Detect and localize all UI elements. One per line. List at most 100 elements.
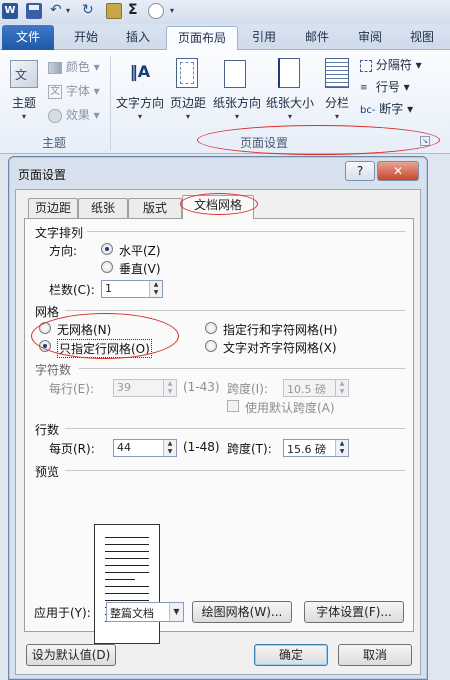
chars-and-lines-label[interactable]: 指定行和字符网格(H) (223, 321, 337, 338)
breaks-icon (360, 59, 372, 72)
preview-text-line (105, 544, 149, 545)
tab-view[interactable]: 视图 (398, 26, 446, 50)
tab-page-layout[interactable]: 页面布局 (166, 26, 238, 51)
apply-to-label: 应用于(Y): (34, 606, 91, 620)
save-icon[interactable] (26, 3, 42, 19)
chars-per-line-spinner[interactable]: 39 ▲ ▼ (113, 379, 177, 397)
line-numbers-icon: ≡ (360, 82, 368, 93)
line-numbers-button[interactable]: ≡ 行号 ▾ (360, 78, 410, 98)
paper-size-button[interactable]: 纸张大小 ▾ (264, 54, 316, 128)
page-setup-dialog: 页面设置 ? ✕ 页边距 纸张 版式 文档网格 文字排列 方向: 水平(Z) 垂… (8, 156, 428, 680)
theme-colors-button[interactable]: 颜色 ▾ (48, 58, 100, 78)
hyphenation-icon: bc- (360, 105, 376, 116)
columns-spinner[interactable]: 1 ▲ ▼ (101, 280, 163, 298)
help-button[interactable]: ? (345, 161, 375, 181)
horizontal-label[interactable]: 水平(Z) (119, 242, 161, 259)
columns-button[interactable]: 分栏 ▾ (318, 54, 356, 128)
direction-label: 方向: (49, 244, 78, 258)
themes-button[interactable]: 文 主题 ▾ (4, 54, 44, 128)
tab-layout[interactable]: 版式 (128, 198, 182, 218)
breaks-button[interactable]: 分隔符 ▾ (360, 56, 422, 76)
text-direction-button[interactable]: ‖A 文字方向 ▾ (114, 54, 166, 128)
theme-fonts-button[interactable]: 文 字体 ▾ (48, 82, 100, 102)
vertical-radio[interactable] (101, 261, 113, 273)
horizontal-radio[interactable] (101, 243, 113, 255)
theme-effects-button[interactable]: 效果 ▾ (48, 106, 100, 126)
line-pitch-spinner[interactable]: 15.6 磅 ▲ ▼ (283, 439, 349, 457)
snap-to-chars-radio[interactable] (205, 340, 217, 352)
draw-grid-button[interactable]: 绘图网格(W)... (192, 601, 292, 623)
circle-icon[interactable] (148, 3, 164, 19)
preview-text-line (105, 565, 149, 566)
preview-text-line (105, 551, 149, 552)
default-pitch-label[interactable]: 使用默认跨度(A) (245, 399, 335, 416)
orientation-icon (224, 60, 246, 88)
cancel-button[interactable]: 取消 (338, 644, 412, 666)
ok-button[interactable]: 确定 (254, 644, 328, 666)
annotation-ellipse-page-setup (197, 125, 440, 155)
paper-size-icon (278, 58, 300, 88)
quick-access-toolbar: W ↶ ▾ ↻ Σ ▾ (0, 0, 450, 24)
hyphenation-button[interactable]: bc- 断字 ▾ (360, 100, 413, 120)
tab-mailings[interactable]: 邮件 (292, 26, 342, 50)
vertical-label[interactable]: 垂直(V) (119, 260, 161, 277)
char-pitch-spinner[interactable]: 10.5 磅 ▲ ▼ (283, 379, 349, 397)
line-pitch-label: 跨度(T): (227, 442, 272, 456)
word-app-icon[interactable]: W (2, 3, 18, 19)
characters-section-label: 字符数 (35, 363, 72, 377)
apply-to-select[interactable]: 整篇文档 ▼ (106, 602, 184, 622)
effects-icon (48, 108, 62, 123)
dialog-client-area: 页边距 纸张 版式 文档网格 文字排列 方向: 水平(Z) 垂直(V) 栏数(C… (15, 189, 421, 675)
colors-icon (48, 61, 62, 74)
grid-section-label: 网格 (35, 305, 60, 319)
dialog-title: 页面设置 (18, 168, 67, 182)
undo-icon[interactable]: ↶ (50, 3, 66, 19)
themes-dropdown-icon: ▾ (21, 112, 26, 121)
close-button[interactable]: ✕ (377, 161, 419, 181)
themes-group-label: 主题 (41, 136, 66, 150)
preview-text-line (105, 537, 149, 538)
preview-text-line (105, 593, 149, 594)
chars-and-lines-radio[interactable] (205, 322, 217, 334)
tab-insert[interactable]: 插入 (114, 26, 162, 50)
text-direction-icon: ‖A (129, 62, 151, 81)
group-divider (110, 56, 111, 150)
chars-per-line-label: 每行(E): (49, 382, 94, 396)
tab-review[interactable]: 审阅 (346, 26, 394, 50)
ribbon-tab-bar: 文件 开始 插入 页面布局 引用 邮件 审阅 视图 (0, 24, 450, 51)
tab-file[interactable]: 文件 (2, 25, 54, 50)
customize-toolbar-icon[interactable]: ▾ (170, 3, 186, 19)
columns-label: 栏数(C): (49, 283, 95, 297)
tab-paper[interactable]: 纸张 (78, 198, 128, 218)
snap-to-chars-label[interactable]: 文字对齐字符网格(X) (223, 339, 337, 356)
columns-icon (325, 58, 349, 88)
annotation-ellipse-grid-tab (180, 193, 258, 215)
redo-icon[interactable]: ↻ (82, 3, 98, 19)
preview-section-label: 预览 (35, 465, 60, 479)
format-painter-icon[interactable] (106, 3, 122, 19)
spinner-arrows-icon[interactable]: ▲ ▼ (149, 281, 162, 297)
sigma-icon[interactable]: Σ (128, 3, 144, 19)
margins-icon (176, 58, 198, 88)
preview-text-line (105, 579, 135, 580)
tab-margins[interactable]: 页边距 (28, 198, 78, 218)
preview-text-line (105, 600, 149, 601)
chevron-down-icon[interactable]: ▼ (169, 603, 183, 621)
fonts-icon: 文 (48, 84, 62, 99)
lines-per-page-spinner[interactable]: 44 ▲ ▼ (113, 439, 177, 457)
set-as-default-button[interactable]: 设为默认值(D) (26, 644, 116, 666)
default-pitch-checkbox[interactable] (227, 400, 239, 412)
tab-references[interactable]: 引用 (242, 26, 286, 50)
text-flow-section-label: 文字排列 (35, 226, 84, 240)
lines-per-page-label: 每页(R): (49, 442, 95, 456)
undo-dropdown-icon[interactable]: ▾ (66, 3, 82, 19)
chars-range-label: (1-43) (183, 380, 220, 394)
margins-button[interactable]: 页边距 ▾ (168, 54, 208, 128)
orientation-button[interactable]: 纸张方向 ▾ (210, 54, 264, 128)
font-settings-button[interactable]: 字体设置(F)... (304, 601, 404, 623)
lines-section-label: 行数 (35, 423, 60, 437)
lines-range-label: (1-48) (183, 440, 220, 454)
preview-text-line (105, 558, 149, 559)
tab-home[interactable]: 开始 (62, 26, 110, 50)
char-pitch-label: 跨度(I): (227, 382, 268, 396)
